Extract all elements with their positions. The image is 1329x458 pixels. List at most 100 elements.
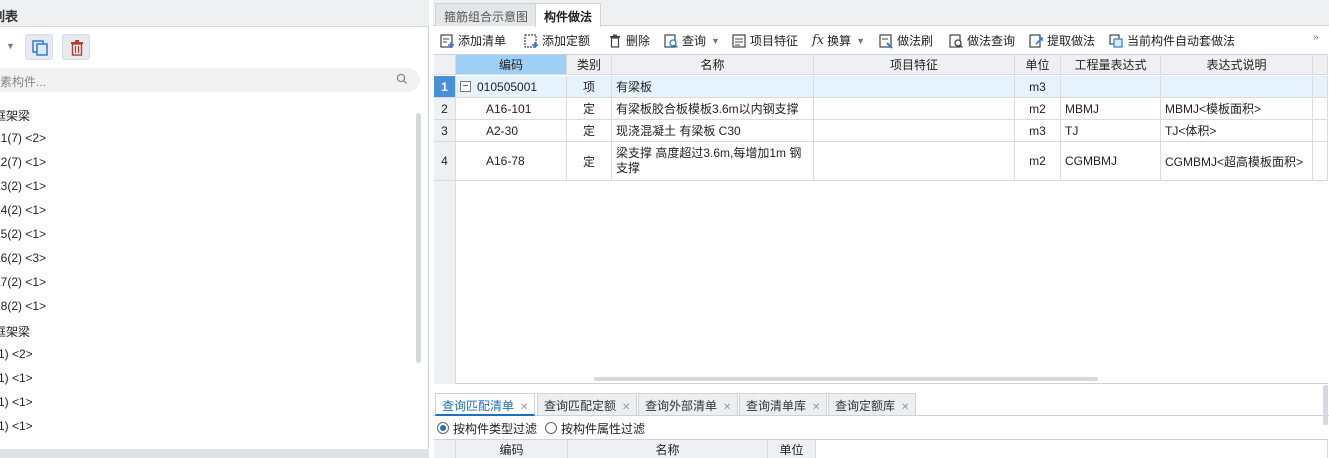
search-placeholder: 素构件... bbox=[0, 75, 47, 89]
header-unit[interactable]: 单位 bbox=[1015, 55, 1061, 75]
cell-unit[interactable]: m2 bbox=[1015, 142, 1061, 181]
row-number[interactable]: 1 bbox=[434, 76, 456, 98]
row-number[interactable]: 4 bbox=[434, 142, 456, 181]
cell-code[interactable]: A2-30 bbox=[456, 120, 567, 142]
tab-quota-library[interactable]: 查询定额库 ✕ bbox=[828, 393, 917, 416]
header-type[interactable]: 类别 bbox=[567, 55, 612, 75]
tree-item[interactable]: L8(2) <1> bbox=[0, 299, 46, 313]
delete-component-button[interactable] bbox=[62, 34, 90, 60]
header-feature[interactable]: 项目特征 bbox=[814, 55, 1015, 75]
cell-unit[interactable]: m2 bbox=[1015, 98, 1061, 120]
chevron-down-icon[interactable]: ▼ bbox=[856, 36, 865, 46]
tab-match-quota[interactable]: 查询匹配定额 ✕ bbox=[537, 393, 638, 416]
delete-button[interactable]: 删除 bbox=[607, 32, 650, 49]
cell-expression[interactable]: MBMJ bbox=[1061, 98, 1161, 120]
add-quota-button[interactable]: 添加定额 bbox=[523, 32, 590, 49]
filter-by-property-radio[interactable]: 按构件属性过滤 bbox=[545, 420, 645, 437]
tree-item[interactable]: (1) <1> bbox=[0, 371, 33, 385]
tab-external-list[interactable]: 查询外部清单 ✕ bbox=[638, 393, 739, 416]
cell-name[interactable]: 现浇混凝土 有梁板 C30 bbox=[612, 120, 814, 142]
cell-expression[interactable] bbox=[1061, 76, 1161, 98]
tree-group[interactable]: 框架梁 bbox=[0, 323, 30, 340]
tab-stirrup-diagram[interactable]: 箍筋组合示意图 bbox=[435, 3, 538, 26]
header-code[interactable]: 编码 bbox=[456, 55, 567, 75]
cell-code[interactable]: A16-78 bbox=[456, 142, 567, 181]
table-row[interactable]: 1 − 010505001 项 有梁板 m3 bbox=[434, 76, 1328, 98]
cell-expression-desc[interactable]: MBMJ<模板面积> bbox=[1161, 98, 1313, 120]
tree-item[interactable]: L2(7) <1> bbox=[0, 155, 46, 169]
table-row[interactable]: 4 A16-78 定 梁支撑 高度超过3.6m,每增加1m 钢支撑 m2 CGM… bbox=[434, 142, 1328, 181]
query-header-name[interactable]: 名称 bbox=[568, 440, 768, 458]
method-query-icon bbox=[949, 33, 963, 48]
project-feature-button[interactable]: 项目特征 bbox=[731, 32, 798, 49]
method-brush-button[interactable]: 做法刷 bbox=[878, 32, 933, 49]
row-number[interactable]: 3 bbox=[434, 120, 456, 142]
cell-expression[interactable]: CGMBMJ bbox=[1061, 142, 1161, 181]
copy-component-button[interactable] bbox=[25, 34, 53, 60]
cell-type[interactable]: 项 bbox=[567, 76, 612, 98]
cell-code[interactable]: A16-101 bbox=[456, 98, 567, 120]
cell-feature[interactable] bbox=[814, 98, 1015, 120]
cell-expression-desc[interactable] bbox=[1161, 76, 1313, 98]
close-icon[interactable]: ✕ bbox=[520, 402, 528, 413]
close-icon[interactable]: ✕ bbox=[812, 402, 820, 413]
query-header-unit[interactable]: 单位 bbox=[768, 440, 816, 458]
tree-item[interactable]: L3(2) <1> bbox=[0, 179, 46, 193]
extract-method-button[interactable]: 提取做法 bbox=[1028, 32, 1095, 49]
toolbar-overflow-icon[interactable]: » bbox=[1313, 32, 1319, 43]
tree-group[interactable]: 框架梁 bbox=[0, 107, 30, 124]
header-expression[interactable]: 工程量表达式 bbox=[1061, 55, 1161, 75]
cell-feature[interactable] bbox=[814, 76, 1015, 98]
cell-type[interactable]: 定 bbox=[567, 120, 612, 142]
row-number[interactable]: 2 bbox=[434, 98, 456, 120]
tree-item[interactable]: L6(2) <3> bbox=[0, 251, 46, 265]
cell-unit[interactable]: m3 bbox=[1015, 120, 1061, 142]
auto-apply-method-button[interactable]: 当前构件自动套做法 bbox=[1108, 32, 1235, 49]
close-icon[interactable]: ✕ bbox=[901, 402, 909, 413]
tab-component-method[interactable]: 构件做法 bbox=[535, 3, 602, 27]
grid-horizontal-scrollbar[interactable] bbox=[594, 377, 1098, 381]
table-row[interactable]: 3 A2-30 定 现浇混凝土 有梁板 C30 m3 TJ TJ<体积> bbox=[434, 120, 1328, 142]
cell-code[interactable]: − 010505001 bbox=[456, 76, 567, 98]
collapse-toggle-icon[interactable]: − bbox=[460, 81, 471, 92]
cell-expression-desc[interactable]: TJ<体积> bbox=[1161, 120, 1313, 142]
tree-item[interactable]: L4(2) <1> bbox=[0, 203, 46, 217]
tree-item[interactable]: (1) <1> bbox=[0, 419, 33, 433]
cell-name[interactable]: 梁支撑 高度超过3.6m,每增加1m 钢支撑 bbox=[612, 142, 814, 181]
close-icon[interactable]: ✕ bbox=[723, 402, 731, 413]
header-name[interactable]: 名称 bbox=[612, 55, 814, 75]
table-row[interactable]: 2 A16-101 定 有梁板胶合板模板3.6m以内钢支撑 m2 MBMJ MB… bbox=[434, 98, 1328, 120]
search-icon[interactable] bbox=[396, 73, 408, 85]
query-vertical-scrollbar[interactable] bbox=[1323, 385, 1328, 425]
filter-by-type-radio[interactable]: 按构件类型过滤 bbox=[437, 420, 537, 437]
add-list-button[interactable]: 添加清单 bbox=[439, 32, 506, 49]
cell-expression-desc[interactable]: CGMBMJ<超高模板面积> bbox=[1161, 142, 1313, 181]
tree-item[interactable]: (1) <1> bbox=[0, 395, 33, 409]
close-icon[interactable]: ✕ bbox=[622, 402, 630, 413]
tree-scrollbar[interactable] bbox=[416, 113, 421, 363]
tree-item[interactable]: L1(7) <2> bbox=[0, 131, 46, 145]
cell-feature[interactable] bbox=[814, 120, 1015, 142]
header-expression-desc[interactable]: 表达式说明 bbox=[1161, 55, 1313, 75]
cell-expression[interactable]: TJ bbox=[1061, 120, 1161, 142]
cell-unit[interactable]: m3 bbox=[1015, 76, 1061, 98]
query-header-code[interactable]: 编码 bbox=[456, 440, 568, 458]
tab-match-list[interactable]: 查询匹配清单 ✕ bbox=[435, 393, 536, 416]
method-query-button[interactable]: 做法查询 bbox=[948, 32, 1015, 49]
query-label: 查询 bbox=[682, 34, 707, 48]
convert-button[interactable]: 𝑓x 换算 ▼ bbox=[812, 32, 865, 49]
cell-name[interactable]: 有梁板 bbox=[612, 76, 814, 98]
cell-name[interactable]: 有梁板胶合板模板3.6m以内钢支撑 bbox=[612, 98, 814, 120]
cell-feature[interactable] bbox=[814, 142, 1015, 181]
component-search-input[interactable]: 素构件... bbox=[0, 68, 420, 92]
tree-item[interactable]: (1) <2> bbox=[0, 347, 33, 361]
cell-type[interactable]: 定 bbox=[567, 142, 612, 181]
tab-list-library[interactable]: 查询清单库 ✕ bbox=[739, 393, 828, 416]
query-button[interactable]: 查询 ▼ bbox=[663, 32, 720, 49]
tab-match-quota-label: 查询匹配定额 bbox=[544, 399, 617, 413]
tree-item[interactable]: L5(2) <1> bbox=[0, 227, 46, 241]
chevron-down-icon[interactable]: ▼ bbox=[711, 36, 720, 46]
dropdown-caret-icon[interactable]: ▼ bbox=[6, 41, 15, 51]
tree-item[interactable]: L7(2) <1> bbox=[0, 275, 46, 289]
cell-type[interactable]: 定 bbox=[567, 98, 612, 120]
